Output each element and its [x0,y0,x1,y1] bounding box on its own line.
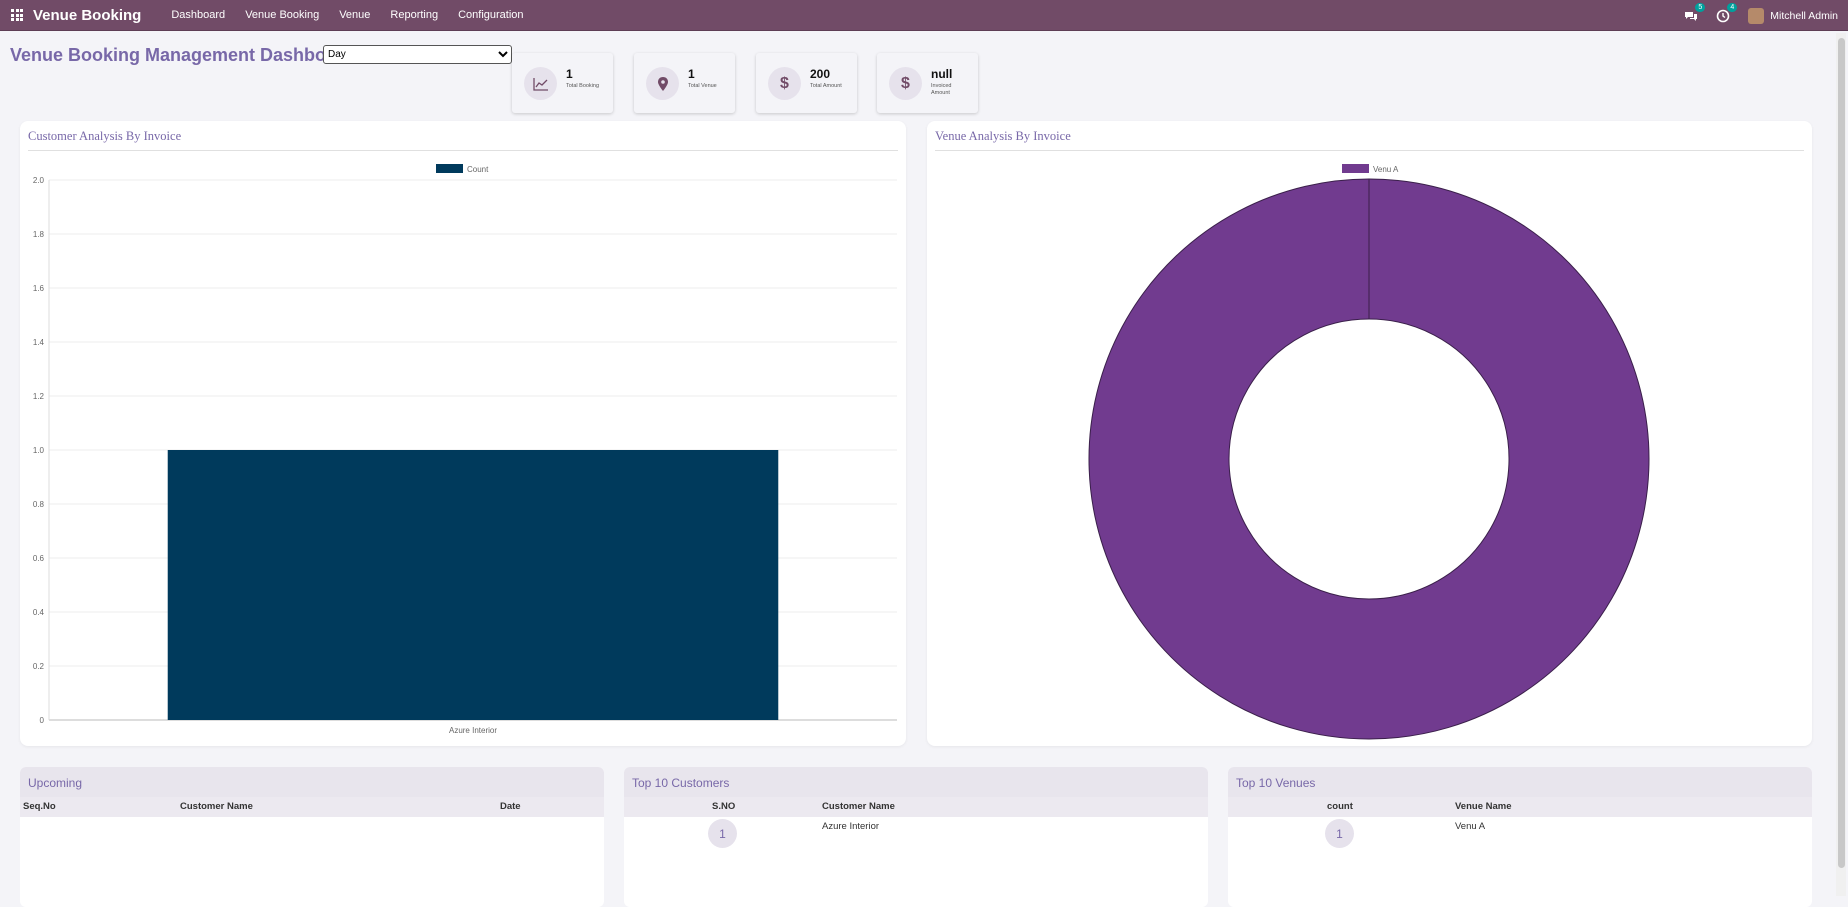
kpi-label: Total Venue [688,83,717,89]
y-tick-label: 1.6 [33,284,45,293]
bar-chart: 0 0.2 0.4 0.6 0.8 1.0 1.2 1.4 1.6 1.8 2.0 Azure Int… [33,164,897,735]
y-tick-label: 0.8 [33,500,45,509]
top-venues-table-card: Top 10 Venues count Venue Name 1 Venu A [1228,767,1812,907]
legend-swatch [436,164,463,173]
legend-swatch [1342,164,1369,173]
menu-configuration[interactable]: Configuration [458,9,523,21]
bar [167,450,779,720]
activities-clock-icon[interactable]: 4 [1716,2,1738,23]
y-tick-label: 1.4 [33,338,45,347]
upcoming-table-card: Upcoming Seq.No Customer Name Date [20,767,604,907]
y-tick-label: 0.4 [33,608,45,617]
user-avatar[interactable] [1748,7,1765,24]
column-header: Customer Name [180,801,253,812]
apps-menu-icon[interactable] [11,9,23,21]
column-header: Seq.No [23,801,56,812]
page-scrollbar-thumb[interactable] [1838,38,1845,868]
menu-reporting[interactable]: Reporting [390,9,438,21]
map-marker-icon [646,67,679,100]
y-tick-label: 0 [40,716,45,725]
y-tick-label: 1.0 [33,446,45,455]
table-title: Top 10 Venues [1236,776,1316,790]
kpi-value: 1 [688,67,695,81]
table-row[interactable]: 1 Azure Interior [624,817,1208,853]
kpi-value: null [931,67,953,81]
customer-analysis-card: Customer Analysis By Invoice 0 0.2 0.4 0.6 0… [20,121,906,746]
kpi-invoiced-amount[interactable]: $ null Invoiced Amount [877,53,978,113]
kpi-value: 1 [566,67,573,81]
table-row[interactable]: 1 Venu A [1228,817,1812,853]
kpi-total-venue[interactable]: 1 Total Venue [634,53,735,113]
table-header: Seq.No Customer Name Date [20,797,604,817]
menu-venue[interactable]: Venue [339,9,370,21]
column-header: Date [500,801,521,812]
legend-label: Venu A [1373,165,1399,174]
venue-analysis-card: Venue Analysis By Invoice Venu A [927,121,1812,746]
legend-label: Count [467,165,489,174]
menu-venue-booking[interactable]: Venue Booking [245,9,319,21]
app-brand[interactable]: Venue Booking [33,7,141,24]
dollar-icon: $ [889,67,922,100]
customer-name-cell: Azure Interior [822,821,880,832]
kpi-total-amount[interactable]: $ 200 Total Amount [756,53,857,113]
messages-icon[interactable]: 5 [1684,2,1706,23]
table-header: count Venue Name [1228,797,1812,817]
kpi-label: Total Amount [810,83,842,89]
venue-name-cell: Venu A [1455,821,1486,832]
y-tick-label: 1.2 [33,392,45,401]
page-title: Venue Booking Management Dashboard [10,45,355,65]
row-count-badge: 1 [1325,819,1354,848]
kpi-total-booking[interactable]: 1 Total Booking [512,53,613,113]
y-tick-label: 0.2 [33,662,45,671]
user-name[interactable]: Mitchell Admin [1770,10,1838,22]
kpi-label: Invoiced Amount [931,83,952,96]
menu-dashboard[interactable]: Dashboard [171,9,225,21]
kpi-label: Total Booking [566,83,600,89]
column-header: S.NO [712,801,736,812]
period-select[interactable]: Day [323,45,512,64]
dollar-icon: $ [768,67,801,100]
kpi-value: 200 [810,67,831,81]
top-customers-table-card: Top 10 Customers S.NO Customer Name 1 Az… [624,767,1208,907]
row-number-badge: 1 [708,819,737,848]
y-tick-label: 0.6 [33,554,45,563]
y-tick-label: 1.8 [33,230,45,239]
activities-badge: 4 [1727,2,1738,12]
table-header: S.NO Customer Name [624,797,1208,817]
donut-chart: Venu A [1088,164,1650,740]
column-header: Customer Name [822,801,895,812]
top-navbar: Venue Booking Dashboard Venue Booking Ve… [0,0,1848,31]
column-header: Venue Name [1455,801,1512,812]
table-title: Top 10 Customers [632,776,730,790]
chart-line-icon [524,67,557,100]
messages-badge: 5 [1695,2,1706,12]
column-header: count [1327,801,1353,812]
y-tick-label: 2.0 [33,176,45,185]
x-tick-label: Azure Interior [449,726,497,735]
table-title: Upcoming [28,776,83,790]
